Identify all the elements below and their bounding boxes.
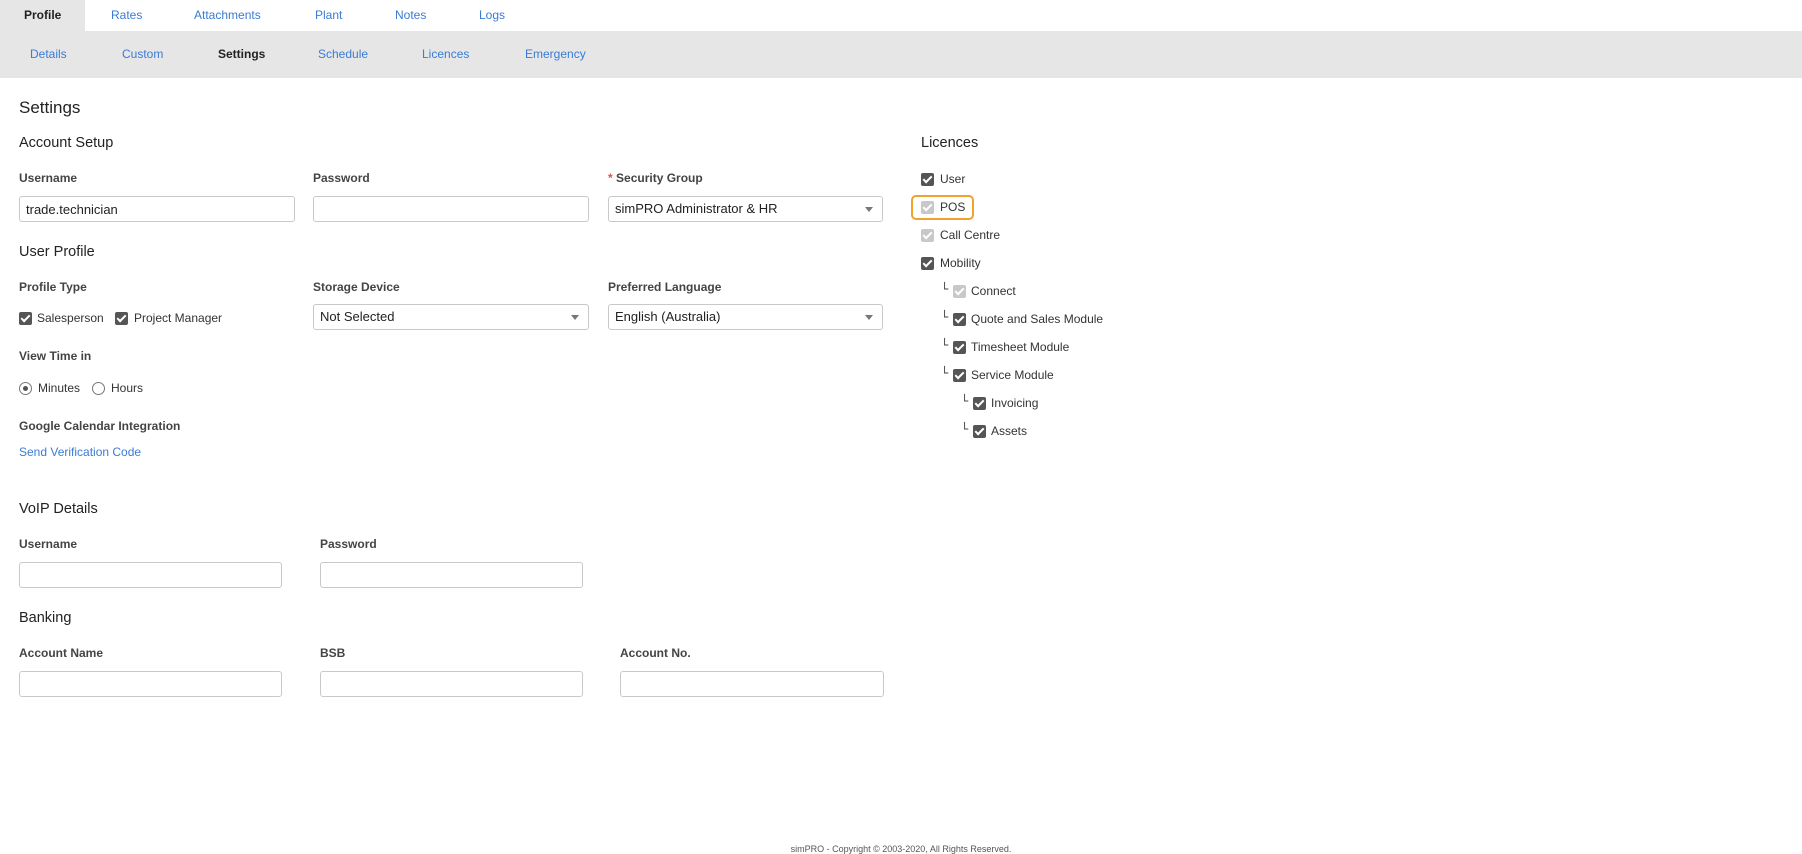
view-time-label: View Time in	[19, 349, 92, 363]
tree-branch-icon: └	[941, 282, 949, 296]
account-no-input[interactable]	[620, 671, 884, 697]
profile-type-label: Profile Type	[19, 280, 87, 294]
send-verification-code-link[interactable]: Send Verification Code	[19, 445, 141, 459]
licence-call-centre-label: Call Centre	[940, 228, 1001, 242]
chevron-down-icon	[865, 207, 873, 212]
licence-timesheet-label: Timesheet Module	[971, 340, 1070, 354]
google-calendar-label: Google Calendar Integration	[19, 419, 181, 433]
username-label: Username	[19, 171, 78, 185]
sub-tab-bar: Details Custom Settings Schedule Licence…	[0, 31, 1802, 78]
subtab-custom[interactable]: Custom	[122, 31, 163, 78]
voip-password-input[interactable]	[320, 562, 583, 588]
licence-user-label: User	[940, 172, 966, 186]
licence-user-checkbox[interactable]	[921, 173, 934, 186]
top-tab-bar: Profile Rates Attachments Plant Notes Lo…	[0, 0, 1802, 31]
footer-copyright: simPRO - Copyright © 2003-2020, All Righ…	[790, 844, 1012, 854]
voip-username-input[interactable]	[19, 562, 282, 588]
password-label: Password	[313, 171, 370, 185]
security-group-value: simPRO Administrator & HR	[615, 201, 778, 216]
user-profile-heading: User Profile	[19, 244, 95, 260]
subtab-emergency[interactable]: Emergency	[525, 31, 586, 78]
account-name-label: Account Name	[19, 646, 104, 660]
storage-device-label: Storage Device	[313, 280, 400, 294]
password-input[interactable]	[313, 196, 589, 222]
subtab-schedule[interactable]: Schedule	[318, 31, 368, 78]
preferred-language-select[interactable]: English (Australia)	[608, 304, 883, 330]
minutes-radio[interactable]	[19, 382, 32, 395]
project-manager-checkbox[interactable]	[115, 312, 128, 325]
tree-branch-icon: └	[941, 366, 949, 380]
licence-quote-sales-label: Quote and Sales Module	[971, 312, 1104, 326]
licence-invoicing-checkbox[interactable]	[973, 397, 986, 410]
chevron-down-icon	[865, 315, 873, 320]
tab-logs[interactable]: Logs	[479, 0, 505, 31]
tab-rates[interactable]: Rates	[111, 0, 142, 31]
licence-call-centre-checkbox[interactable]	[921, 229, 934, 242]
tab-attachments[interactable]: Attachments	[194, 0, 261, 31]
bsb-input[interactable]	[320, 671, 583, 697]
licence-mobility-checkbox[interactable]	[921, 257, 934, 270]
licences-heading: Licences	[921, 135, 979, 151]
licence-pos-label: POS	[940, 200, 966, 214]
hours-radio[interactable]	[92, 382, 105, 395]
tab-profile[interactable]: Profile	[0, 0, 86, 31]
account-no-label: Account No.	[620, 646, 691, 660]
salesperson-label: Salesperson	[37, 311, 104, 325]
tree-branch-icon: └	[961, 394, 969, 408]
subtab-settings[interactable]: Settings	[218, 31, 265, 78]
hours-label: Hours	[111, 381, 144, 395]
security-group-select[interactable]: simPRO Administrator & HR	[608, 196, 883, 222]
licence-pos-checkbox[interactable]	[921, 201, 934, 214]
voip-details-heading: VoIP Details	[19, 501, 98, 517]
minutes-label: Minutes	[38, 381, 81, 395]
licence-quote-sales-checkbox[interactable]	[953, 313, 966, 326]
tree-branch-icon: └	[961, 422, 969, 436]
security-group-label: * Security Group	[608, 171, 703, 185]
tab-notes[interactable]: Notes	[395, 0, 426, 31]
licence-connect-checkbox[interactable]	[953, 285, 966, 298]
account-setup-heading: Account Setup	[19, 135, 114, 151]
storage-device-select[interactable]: Not Selected	[313, 304, 589, 330]
required-asterisk: *	[608, 171, 613, 185]
banking-heading: Banking	[19, 610, 72, 626]
licence-service-module-label: Service Module	[971, 368, 1054, 382]
licence-connect-label: Connect	[971, 284, 1016, 298]
voip-password-label: Password	[320, 537, 377, 551]
licence-timesheet-checkbox[interactable]	[953, 341, 966, 354]
bsb-label: BSB	[320, 646, 346, 660]
licence-service-module-checkbox[interactable]	[953, 369, 966, 382]
tree-branch-icon: └	[941, 310, 949, 324]
chevron-down-icon	[571, 315, 579, 320]
tab-plant[interactable]: Plant	[315, 0, 342, 31]
voip-username-label: Username	[19, 537, 78, 551]
account-name-input[interactable]	[19, 671, 282, 697]
subtab-details[interactable]: Details	[30, 31, 67, 78]
preferred-language-value: English (Australia)	[615, 309, 721, 324]
salesperson-checkbox[interactable]	[19, 312, 32, 325]
tree-branch-icon: └	[941, 338, 949, 352]
licence-mobility-label: Mobility	[940, 256, 981, 270]
storage-device-value: Not Selected	[320, 309, 395, 324]
page-title: Settings	[19, 98, 81, 117]
project-manager-label: Project Manager	[134, 311, 223, 325]
preferred-language-label: Preferred Language	[608, 280, 722, 294]
licence-assets-checkbox[interactable]	[973, 425, 986, 438]
licence-invoicing-label: Invoicing	[991, 396, 1039, 410]
licence-assets-label: Assets	[991, 424, 1028, 438]
security-group-label-text: Security Group	[616, 171, 703, 185]
subtab-licences[interactable]: Licences	[422, 31, 469, 78]
username-input[interactable]	[19, 196, 295, 222]
